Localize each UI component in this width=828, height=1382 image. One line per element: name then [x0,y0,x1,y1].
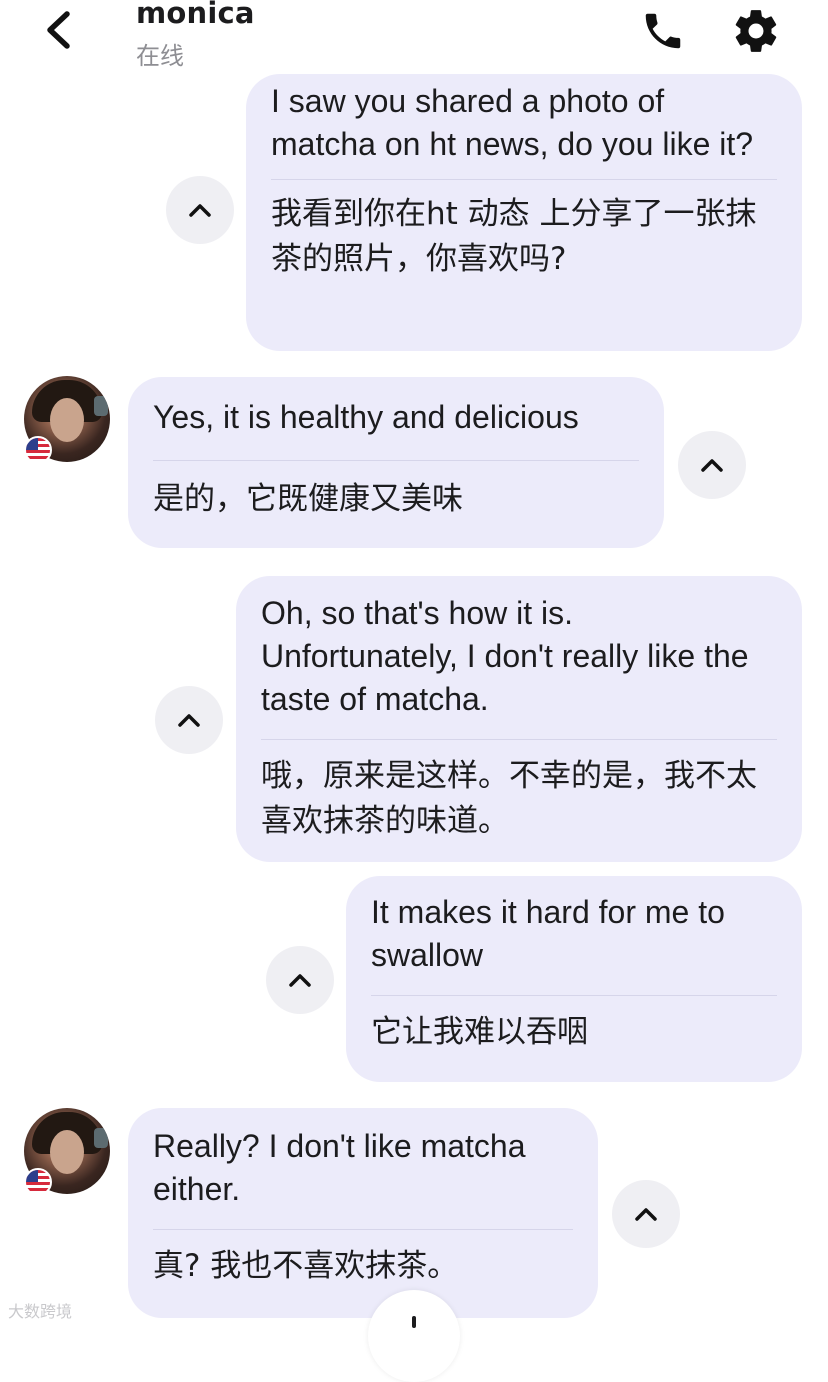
watermark: 大数跨境 [8,1302,73,1321]
message-text-original: I saw you shared a photo of matcha on ht… [271,83,754,162]
scroll-to-bottom-button[interactable] [368,1290,460,1382]
collapse-translation-button[interactable] [678,431,746,499]
message-bubble-received[interactable]: Yes, it is healthy and delicious 是的，它既健康… [128,377,664,548]
chevron-up-icon [289,974,311,987]
back-button[interactable] [40,8,80,52]
message-bubble-received[interactable]: Really? I don't like matcha either. 真? 我… [128,1108,598,1318]
translation-divider [261,739,777,740]
message-text-original: It makes it hard for me to swallow [371,894,725,973]
collapse-translation-button[interactable] [612,1180,680,1248]
translation-divider [271,179,777,180]
message-text-translation: 哦，原来是这样。不幸的是，我不太喜欢抹茶的味道。 [261,758,757,839]
chevron-up-icon [635,1208,657,1221]
collapse-translation-button[interactable] [166,176,234,244]
message-text-original: Really? I don't like matcha either. [153,1128,526,1207]
message-text-original: Yes, it is healthy and delicious [153,399,579,435]
phone-icon [645,13,681,49]
message-bubble-sent[interactable]: It makes it hard for me to swallow 它让我难以… [346,876,802,1082]
message-text-translation: 是的，它既健康又美味 [153,481,463,517]
online-status: 在线 [136,42,184,70]
message-bubble-sent[interactable]: I saw you shared a photo of matcha on ht… [246,74,802,351]
message-text-translation: 它让我难以吞咽 [371,1014,588,1050]
call-button[interactable] [640,8,686,54]
message-text-original: Oh, so that's how it is. Unfortunately, … [261,595,749,717]
chat-header: monica 在线 [0,0,828,76]
translation-divider [153,1229,573,1230]
us-flag-icon [24,1168,52,1196]
settings-button[interactable] [731,6,781,56]
chevron-up-icon [701,459,723,472]
chevron-left-icon [47,11,70,49]
translation-divider [153,460,639,461]
chevron-up-icon [178,714,200,727]
gear-icon [735,10,777,52]
message-text-translation: 真? 我也不喜欢抹茶。 [153,1248,459,1284]
collapse-translation-button[interactable] [266,946,334,1014]
translation-divider [371,995,777,996]
contact-name[interactable]: monica [136,0,255,30]
collapse-translation-button[interactable] [155,686,223,754]
message-text-translation: 我看到你在ht 动态 上分享了一张抹茶的照片，你喜欢吗? [271,196,757,277]
message-bubble-sent[interactable]: Oh, so that's how it is. Unfortunately, … [236,576,802,862]
chevron-up-icon [189,204,211,217]
us-flag-icon [24,436,52,464]
